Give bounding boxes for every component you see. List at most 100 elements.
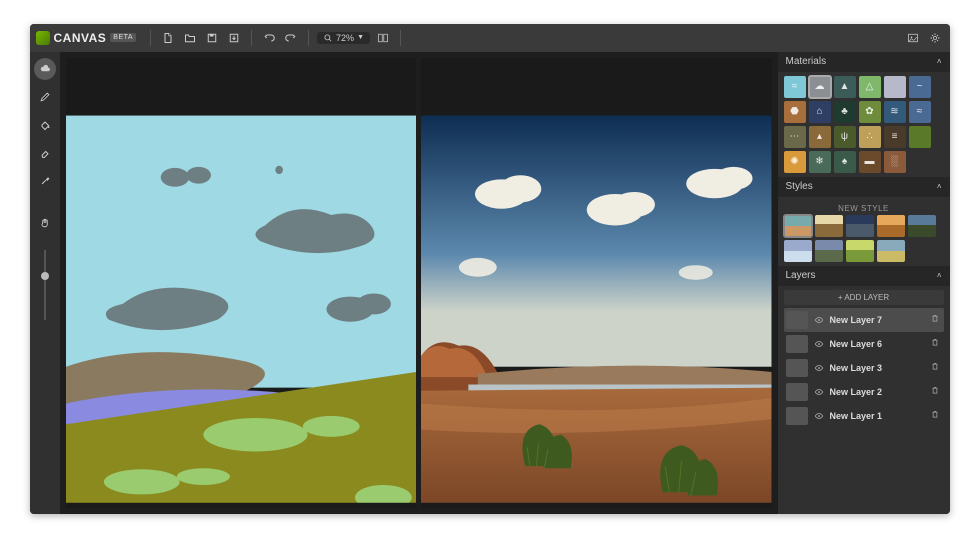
material-swatch-building[interactable]: ⌂ bbox=[809, 101, 831, 123]
visibility-toggle[interactable] bbox=[813, 363, 825, 373]
layer-name: New Layer 7 bbox=[830, 315, 925, 325]
export-button[interactable] bbox=[225, 29, 243, 47]
material-swatch-mountain[interactable]: ▲ bbox=[834, 76, 856, 98]
open-file-icon bbox=[184, 32, 196, 44]
new-file-button[interactable] bbox=[159, 29, 177, 47]
output-canvas[interactable] bbox=[421, 58, 772, 508]
eyedropper-tool[interactable] bbox=[34, 170, 56, 192]
separator bbox=[400, 30, 401, 46]
gallery-button[interactable] bbox=[904, 29, 922, 47]
material-swatch-snow[interactable]: ❄ bbox=[809, 151, 831, 173]
delete-layer-button[interactable] bbox=[930, 313, 942, 326]
chevron-up-icon: ˄ bbox=[937, 271, 942, 280]
material-swatch-mud[interactable]: ░ bbox=[884, 151, 906, 173]
top-bar: CANVAS BETA 72% ▼ bbox=[30, 24, 950, 52]
material-swatch-bush[interactable]: ✿ bbox=[859, 101, 881, 123]
material-swatch-fog[interactable] bbox=[884, 76, 906, 98]
visibility-toggle[interactable] bbox=[813, 387, 825, 397]
material-swatch-plant[interactable]: ♠ bbox=[834, 151, 856, 173]
settings-button[interactable] bbox=[926, 29, 944, 47]
brush-tool[interactable] bbox=[34, 58, 56, 80]
visibility-toggle[interactable] bbox=[813, 339, 825, 349]
visibility-toggle[interactable] bbox=[813, 411, 825, 421]
nvidia-logo-icon bbox=[36, 31, 50, 45]
layer-row[interactable]: New Layer 3 bbox=[784, 356, 944, 380]
layer-row[interactable]: New Layer 1 bbox=[784, 404, 944, 428]
sand-icon: ∴ bbox=[866, 131, 872, 142]
layer-name: New Layer 6 bbox=[830, 339, 925, 349]
visibility-toggle[interactable] bbox=[813, 315, 825, 325]
delete-layer-button[interactable] bbox=[930, 361, 942, 374]
layers-panel-header[interactable]: Layers ˄ bbox=[778, 266, 950, 286]
style-thumb-2[interactable] bbox=[846, 215, 874, 237]
materials-panel-header[interactable]: Materials ˄ bbox=[778, 52, 950, 72]
segmentation-canvas[interactable] bbox=[66, 58, 417, 508]
eraser-tool[interactable] bbox=[34, 142, 56, 164]
material-swatch-road[interactable]: ≡ bbox=[884, 126, 906, 148]
material-swatch-ground[interactable] bbox=[909, 126, 931, 148]
open-file-button[interactable] bbox=[181, 29, 199, 47]
material-swatch-wood[interactable]: ▬ bbox=[859, 151, 881, 173]
material-swatch-water[interactable]: ≈ bbox=[909, 101, 931, 123]
redo-button[interactable] bbox=[282, 29, 300, 47]
layer-row[interactable]: New Layer 6 bbox=[784, 332, 944, 356]
style-thumb-4[interactable] bbox=[908, 215, 936, 237]
style-thumb-5[interactable] bbox=[784, 240, 812, 262]
style-thumb-7[interactable] bbox=[846, 240, 874, 262]
workspace bbox=[60, 52, 778, 514]
redo-icon bbox=[285, 32, 297, 44]
fill-tool[interactable] bbox=[34, 114, 56, 136]
pencil-icon bbox=[39, 91, 51, 103]
save-button[interactable] bbox=[203, 29, 221, 47]
styles-title: Styles bbox=[786, 181, 813, 192]
gallery-icon bbox=[907, 32, 919, 44]
eye-icon bbox=[814, 339, 824, 349]
pan-tool[interactable] bbox=[34, 212, 56, 234]
material-swatch-cloud[interactable]: ☁ bbox=[809, 76, 831, 98]
undo-button[interactable] bbox=[260, 29, 278, 47]
material-swatch-gravel[interactable]: ⋯ bbox=[784, 126, 806, 148]
layer-row[interactable]: New Layer 7 bbox=[784, 308, 944, 332]
cloud-icon bbox=[39, 63, 51, 75]
material-swatch-rock[interactable]: ⬣ bbox=[784, 101, 806, 123]
delete-layer-button[interactable] bbox=[930, 409, 942, 422]
styles-panel-header[interactable]: Styles ˄ bbox=[778, 177, 950, 197]
material-swatch-sea[interactable]: ≋ bbox=[884, 101, 906, 123]
material-swatch-river[interactable]: ~ bbox=[909, 76, 931, 98]
layer-thumbnail bbox=[786, 335, 808, 353]
material-swatch-tree[interactable]: ♣ bbox=[834, 101, 856, 123]
material-swatch-sky[interactable]: ≈ bbox=[784, 76, 806, 98]
layer-row[interactable]: New Layer 2 bbox=[784, 380, 944, 404]
hill-icon: △ bbox=[866, 81, 874, 92]
plant-icon: ♠ bbox=[842, 156, 847, 167]
compare-view-button[interactable] bbox=[374, 29, 392, 47]
style-thumb-3[interactable] bbox=[877, 215, 905, 237]
style-thumb-6[interactable] bbox=[815, 240, 843, 262]
material-swatch-grass[interactable]: ψ bbox=[834, 126, 856, 148]
style-thumb-0[interactable] bbox=[784, 215, 812, 237]
bush-icon: ✿ bbox=[865, 106, 873, 117]
gear-icon bbox=[929, 32, 941, 44]
tool-strip bbox=[30, 52, 60, 514]
delete-layer-button[interactable] bbox=[930, 385, 942, 398]
material-swatch-hill[interactable]: △ bbox=[859, 76, 881, 98]
layer-thumbnail bbox=[786, 407, 808, 425]
gravel-icon: ⋯ bbox=[790, 131, 800, 142]
material-swatch-dirt[interactable]: ▴ bbox=[809, 126, 831, 148]
material-swatch-sand[interactable]: ∴ bbox=[859, 126, 881, 148]
pencil-tool[interactable] bbox=[34, 86, 56, 108]
new-style-label: NEW STYLE bbox=[784, 201, 944, 215]
zoom-control[interactable]: 72% ▼ bbox=[317, 32, 370, 44]
app-window: CANVAS BETA 72% ▼ bbox=[30, 24, 950, 514]
delete-layer-button[interactable] bbox=[930, 337, 942, 350]
mud-icon: ░ bbox=[891, 156, 898, 167]
right-panel: Materials ˄ ≈☁▲△~⬣⌂♣✿≋≈⋯▴ψ∴≡✺❄♠▬░ Styles… bbox=[778, 52, 950, 514]
add-layer-button[interactable]: + ADD LAYER bbox=[784, 290, 944, 305]
material-swatch-flower[interactable]: ✺ bbox=[784, 151, 806, 173]
chevron-up-icon: ˄ bbox=[937, 182, 942, 191]
brush-size-slider[interactable] bbox=[44, 250, 46, 320]
style-thumb-1[interactable] bbox=[815, 215, 843, 237]
layers-title: Layers bbox=[786, 270, 816, 281]
road-icon: ≡ bbox=[892, 131, 898, 142]
style-thumb-8[interactable] bbox=[877, 240, 905, 262]
